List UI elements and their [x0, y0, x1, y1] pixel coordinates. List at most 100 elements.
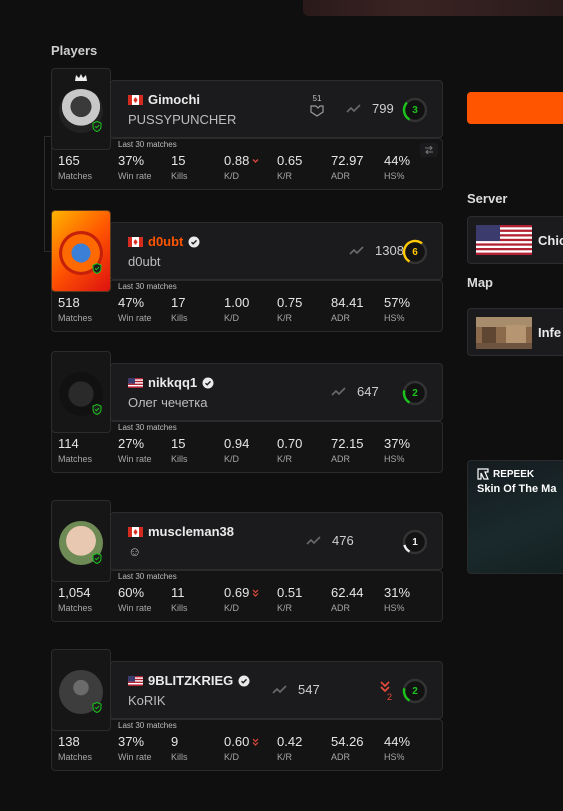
stat-kd: 0.69 K/D [224, 585, 259, 613]
stat-winrate: 47% Win rate [118, 295, 152, 323]
player-avatar[interactable] [51, 351, 111, 433]
stat-hs-label: HS% [384, 603, 405, 613]
promo-brand-label: REPEEK [493, 468, 535, 480]
us-flag-icon [128, 675, 143, 686]
player-card[interactable]: 9BLITZKRIEG KoRIK 547 2 2 [110, 661, 443, 719]
stat-adr-value: 72.15 [331, 436, 364, 451]
player-avatar[interactable] [51, 210, 111, 292]
stat-kr-label: K/R [277, 313, 293, 323]
player-name-row: Gimochi [128, 92, 200, 107]
stat-kr: 0.70 K/R [277, 436, 302, 464]
player-nickname[interactable]: muscleman38 [148, 524, 234, 539]
stat-adr: 62.44 ADR [331, 585, 364, 613]
handshake-icon [310, 105, 324, 117]
player-elo: 476 [306, 533, 354, 548]
stat-adr-label: ADR [331, 454, 351, 464]
player-avatar[interactable] [51, 68, 111, 150]
canada-flag-icon [128, 236, 143, 247]
stat-kills-label: Kills [171, 752, 188, 762]
stat-hs-value: 44% [384, 153, 411, 168]
swap-icon[interactable] [420, 143, 438, 157]
skill-level-badge: 2 [402, 678, 428, 704]
elo-trend-icon [331, 386, 346, 396]
skill-level-value: 2 [412, 387, 418, 399]
stat-kr-value: 0.51 [277, 585, 303, 600]
stat-kd: 0.60 K/D [224, 734, 259, 762]
stat-kr-label: K/R [277, 454, 293, 464]
elo-value: 799 [372, 101, 394, 116]
stat-hs-label: HS% [384, 171, 405, 181]
elo-trend-icon [272, 684, 287, 694]
stat-kd-label: K/D [224, 313, 240, 323]
player-nickname[interactable]: d0ubt [148, 234, 183, 249]
player-display-name: PUSSYPUNCHER [128, 112, 237, 127]
stat-matches-value: 114 [58, 436, 79, 451]
player-display-name: Олег чечетка [128, 395, 208, 410]
last-30-label: Last 30 matches [118, 721, 177, 730]
server-label: Server [467, 191, 508, 206]
server-card[interactable]: Chic [467, 216, 563, 264]
stat-kd: 1.00 K/D [224, 295, 249, 323]
elo-value: 547 [298, 682, 320, 697]
stat-kr: 0.75 K/R [277, 295, 302, 323]
player-nickname[interactable]: nikkqq1 [148, 375, 197, 390]
stat-kr-label: K/R [277, 171, 293, 181]
stat-adr-value: 62.44 [331, 585, 364, 600]
anticheat-shield-icon [92, 553, 102, 564]
stat-matches-value: 518 [58, 295, 80, 310]
stat-kd-value: 0.94 [224, 436, 250, 451]
promo-card[interactable]: REPEEK Skin Of The Ma [467, 460, 563, 574]
stat-matches-value: 165 [58, 153, 80, 168]
stat-kills-value: 15 [171, 153, 186, 168]
canada-flag-icon [128, 526, 143, 537]
player-nickname[interactable]: Gimochi [148, 92, 200, 107]
player-card[interactable]: Gimochi PUSSYPUNCHER 51 799 3 [110, 80, 443, 138]
stat-winrate-value: 60% [118, 585, 145, 600]
stat-kills: 15 Kills [171, 153, 188, 181]
map-thumbnail-image [476, 317, 532, 349]
player-nickname[interactable]: 9BLITZKRIEG [148, 673, 233, 688]
stat-kills-label: Kills [171, 171, 188, 181]
stat-kr: 0.42 K/R [277, 734, 302, 762]
stat-kills: 11 Kills [171, 585, 188, 613]
players-section-title: Players [51, 43, 98, 58]
player-display-name: d0ubt [128, 254, 161, 269]
primary-action-button[interactable] [467, 92, 563, 124]
stat-kills-label: Kills [171, 313, 188, 323]
stat-kr-value: 0.75 [277, 295, 303, 310]
skill-level-value: 3 [412, 104, 418, 116]
player-display-name: ☺ [128, 544, 142, 559]
skill-level-badge: 3 [402, 97, 428, 123]
player-avatar[interactable] [51, 649, 111, 731]
elo-trend-icon [346, 103, 361, 113]
player-card[interactable]: muscleman38 ☺ 476 1 [110, 512, 443, 570]
stat-kills-value: 15 [171, 436, 186, 451]
anticheat-shield-icon [92, 404, 102, 415]
stat-kills: 15 Kills [171, 436, 188, 464]
stat-kills-value: 9 [171, 734, 179, 749]
stat-winrate-value: 47% [118, 295, 145, 310]
player-elo: 1308 [349, 243, 404, 258]
stat-winrate: 37% Win rate [118, 734, 152, 762]
rank-drop-value: 2 [387, 692, 393, 702]
stat-adr: 54.26 ADR [331, 734, 364, 762]
stat-hs: 44% HS% [384, 153, 410, 181]
anticheat-shield-icon [92, 121, 102, 132]
stat-kr-value: 0.65 [277, 153, 303, 168]
stat-winrate-label: Win rate [118, 171, 152, 181]
player-name-row: d0ubt [128, 234, 200, 249]
rank-drop-indicator: 2 [379, 680, 392, 702]
elo-value: 647 [357, 384, 379, 399]
map-card[interactable]: Infe [467, 308, 563, 356]
stat-winrate-label: Win rate [118, 603, 152, 613]
stat-hs: 44% HS% [384, 734, 410, 762]
player-card[interactable]: d0ubt d0ubt 1308 6 [110, 222, 443, 280]
player-card[interactable]: nikkqq1 Олег чечетка 647 2 [110, 363, 443, 421]
elo-value: 476 [332, 533, 354, 548]
decline-double-icon [252, 738, 259, 746]
stat-kr-label: K/R [277, 603, 293, 613]
elo-trend-icon [306, 535, 321, 545]
player-avatar[interactable] [51, 500, 111, 582]
verified-icon [188, 236, 200, 247]
skill-level-badge: 2 [402, 380, 428, 406]
